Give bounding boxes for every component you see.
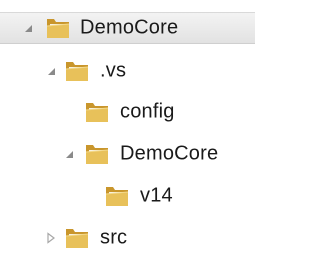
triangle-expanded-icon[interactable]: [22, 22, 34, 34]
tree-item-democore[interactable]: DemoCore: [0, 12, 255, 44]
triangle-expanded-icon[interactable]: [45, 65, 57, 77]
tree-item-label: config: [120, 100, 175, 123]
triangle-expanded-icon[interactable]: [63, 148, 75, 160]
triangle-collapsed-icon[interactable]: [45, 232, 57, 244]
folder-icon: [103, 183, 131, 209]
tree-item-label: v14: [140, 184, 173, 207]
tree-item-label: src: [100, 226, 128, 249]
tree-item-label: DemoCore: [80, 16, 179, 39]
folder-icon: [63, 58, 91, 84]
folder-icon: [44, 15, 72, 41]
tree-item-label: DemoCore: [120, 142, 219, 165]
tree-item-label: .vs: [100, 59, 127, 82]
folder-icon: [83, 99, 111, 125]
folder-tree: DemoCore .vs config DemoCore v14 src: [0, 0, 255, 256]
folder-icon: [63, 225, 91, 251]
folder-icon: [83, 141, 111, 167]
